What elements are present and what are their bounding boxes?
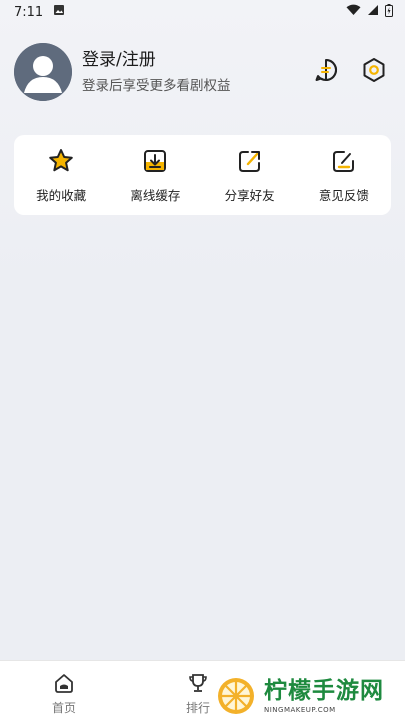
settings-icon	[363, 58, 385, 82]
profile-header[interactable]: 登录/注册 登录后享受更多看剧权益	[14, 42, 392, 102]
quick-actions-card: 我的收藏 离线缓存 分享好友 意见反馈	[14, 135, 391, 215]
header-actions	[312, 56, 388, 84]
offline-cache-button[interactable]: 离线缓存	[110, 147, 200, 204]
image-icon	[53, 4, 65, 20]
favorites-button[interactable]: 我的收藏	[16, 147, 106, 204]
signal-icon	[367, 4, 379, 20]
lemon-logo-icon	[218, 678, 254, 714]
login-benefit-text: 登录后享受更多看剧权益	[82, 78, 231, 94]
default-avatar-icon	[14, 43, 72, 101]
login-register-link[interactable]: 登录/注册	[82, 49, 231, 71]
home-icon	[55, 674, 73, 693]
message-icon	[315, 59, 337, 81]
trophy-icon	[189, 674, 207, 692]
status-bar: 7:11	[0, 0, 405, 24]
watermark-title: 柠檬手游网	[264, 678, 384, 704]
watermark-text: 柠檬手游网 NINGMAKEUP.COM	[264, 678, 384, 714]
offline-cache-label: 离线缓存	[130, 187, 181, 203]
feedback-label: 意见反馈	[318, 187, 369, 203]
avatar[interactable]	[14, 43, 72, 101]
watermark-url: NINGMAKEUP.COM	[264, 706, 336, 714]
feedback-button[interactable]: 意见反馈	[299, 147, 389, 204]
message-button[interactable]	[312, 56, 340, 84]
status-time: 7:11	[14, 4, 44, 20]
share-icon	[238, 150, 260, 172]
profile-text: 登录/注册 登录后享受更多看剧权益	[82, 49, 231, 95]
battery-charging-icon	[385, 3, 393, 21]
share-friends-button[interactable]: 分享好友	[205, 147, 295, 204]
status-left: 7:11	[14, 4, 65, 20]
favorites-label: 我的收藏	[36, 187, 87, 203]
feedback-icon	[332, 150, 354, 172]
nav-home-label: 首页	[52, 701, 77, 715]
watermark: 柠檬手游网 NINGMAKEUP.COM	[216, 672, 405, 720]
nav-rank-label: 排行	[186, 701, 211, 715]
nav-home[interactable]: 首页	[52, 671, 76, 716]
status-right	[346, 3, 393, 21]
wifi-icon	[346, 4, 361, 20]
star-icon	[49, 148, 73, 171]
share-friends-label: 分享好友	[224, 187, 275, 203]
nav-rank[interactable]: 排行	[186, 671, 210, 716]
settings-button[interactable]	[360, 56, 388, 84]
my-page-screen: 7:11 登录/注册 登录后享受更多看剧权益 我的收藏 离线缓存 分享好友 意见…	[0, 0, 405, 720]
download-icon	[144, 149, 167, 172]
